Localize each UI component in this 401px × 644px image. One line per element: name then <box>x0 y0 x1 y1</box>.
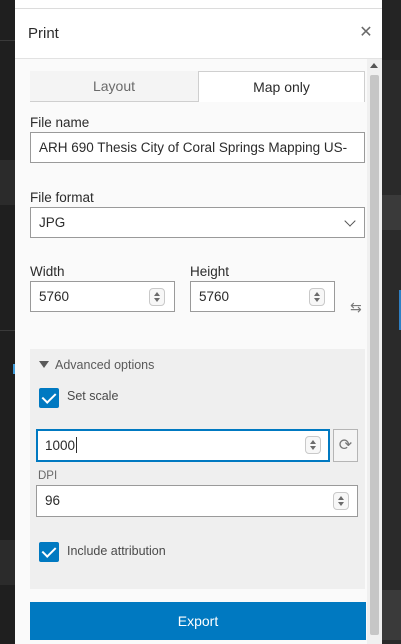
tab-map-only[interactable]: Map only <box>198 71 365 102</box>
close-icon[interactable]: ✕ <box>356 23 376 43</box>
width-stepper-icon[interactable] <box>149 288 165 306</box>
export-button[interactable]: Export <box>30 602 366 640</box>
file-name-label: File name <box>30 115 90 130</box>
panel-header: Print ✕ <box>15 9 382 59</box>
panel-scrollbar[interactable] <box>367 59 382 644</box>
background-app-right <box>382 0 401 644</box>
include-attribution-label: Include attribution <box>67 544 166 558</box>
swap-dimensions-icon[interactable]: ⇆ <box>350 299 362 316</box>
height-value: 5760 <box>199 289 230 304</box>
scroll-up-icon[interactable] <box>370 63 378 68</box>
dpi-label: DPI <box>38 470 58 482</box>
include-attribution-checkbox[interactable] <box>39 542 59 562</box>
refresh-scale-button[interactable]: ⟳ <box>333 429 358 462</box>
tab-layout[interactable]: Layout <box>30 71 198 102</box>
height-input[interactable]: 5760 <box>190 281 335 312</box>
dpi-stepper-icon[interactable] <box>333 492 349 510</box>
file-format-select[interactable]: JPG <box>30 207 365 238</box>
width-value: 5760 <box>39 289 70 304</box>
dpi-value: 96 <box>45 493 61 508</box>
caret-down-icon <box>39 361 49 368</box>
panel-body: Layout Map only File name ARH 690 Thesis… <box>15 59 367 644</box>
print-panel: Print ✕ Layout Map only File name ARH 69… <box>15 8 382 644</box>
dpi-input[interactable]: 96 <box>36 485 358 517</box>
advanced-options-toggle[interactable]: Advanced options <box>39 358 154 372</box>
width-input[interactable]: 5760 <box>30 281 175 312</box>
scrollbar-thumb[interactable] <box>370 75 379 635</box>
file-format-label: File format <box>30 190 94 205</box>
file-format-value: JPG <box>39 215 66 230</box>
width-label: Width <box>30 264 65 279</box>
height-label: Height <box>190 264 230 279</box>
panel-title: Print <box>28 25 59 42</box>
advanced-options-section: Advanced options Set scale 1000 ⟳ DPI 96… <box>30 349 365 589</box>
background-app-left <box>0 0 15 644</box>
scale-value: 1000 <box>45 438 76 453</box>
scale-stepper-icon[interactable] <box>305 436 321 454</box>
scale-input[interactable]: 1000 <box>36 429 330 462</box>
advanced-options-label: Advanced options <box>55 358 155 372</box>
file-name-input[interactable]: ARH 690 Thesis City of Coral Springs Map… <box>30 132 365 163</box>
text-caret <box>76 437 78 453</box>
set-scale-label: Set scale <box>67 389 119 403</box>
height-stepper-icon[interactable] <box>309 288 325 306</box>
chevron-down-icon <box>344 215 356 227</box>
set-scale-checkbox[interactable] <box>39 388 59 408</box>
